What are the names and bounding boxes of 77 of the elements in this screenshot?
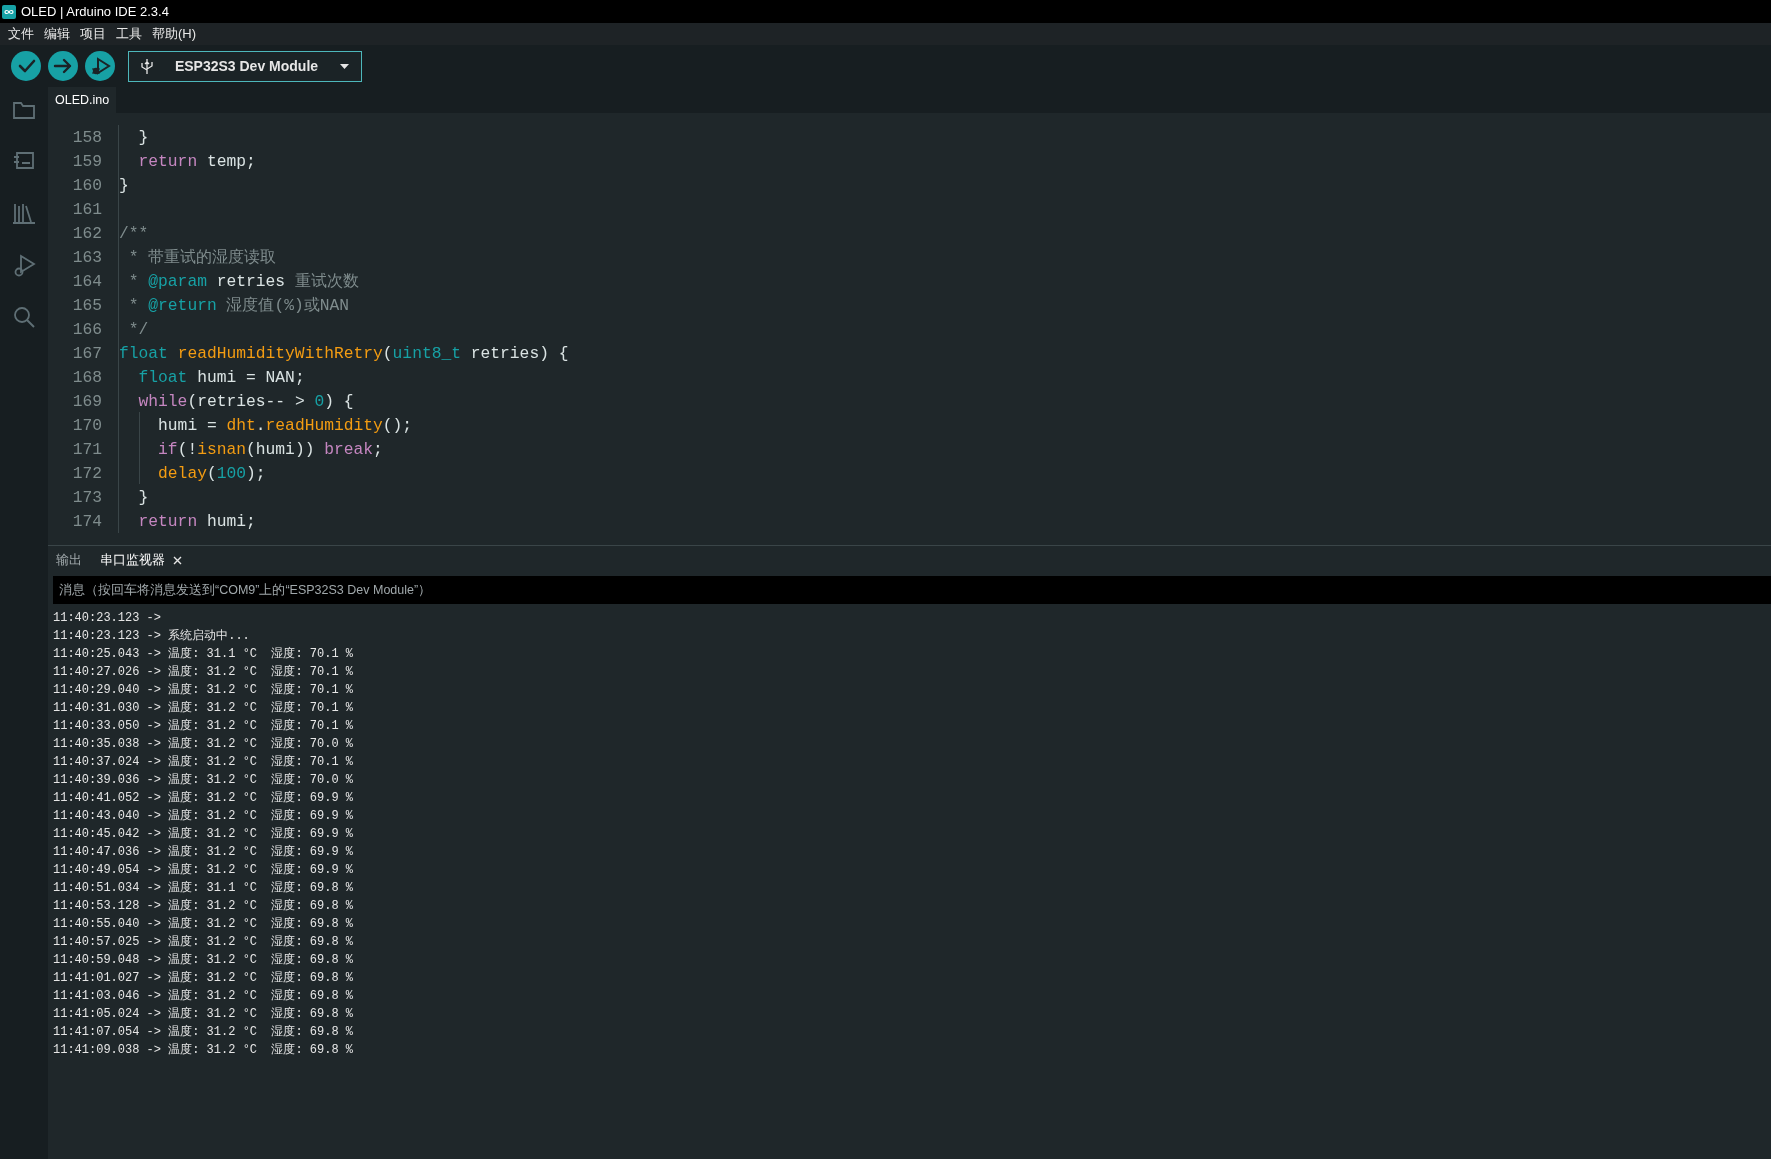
menu-item[interactable]: 项目 xyxy=(75,25,111,43)
menu-item[interactable]: 文件 xyxy=(3,25,39,43)
line-number: 170 xyxy=(71,415,102,435)
line-number: 164 xyxy=(71,271,102,291)
line-number: 172 xyxy=(71,463,102,483)
serial-line: 11:40:33.050 -> 温度: 31.2 °C 湿度: 70.1 % xyxy=(53,718,355,735)
code-line: while(retries-- > 0) { xyxy=(137,391,354,411)
code-line: } xyxy=(137,127,149,147)
verify-button[interactable] xyxy=(11,51,41,81)
code-line: * @param retries 重试次数 xyxy=(127,271,359,292)
line-number: 158 xyxy=(71,127,102,147)
line-number: 165 xyxy=(71,295,102,315)
line-number: 167 xyxy=(71,343,102,363)
menu-item[interactable]: 编辑 xyxy=(39,25,75,43)
line-number: 168 xyxy=(71,367,102,387)
code-line: if(!isnan(humi)) break; xyxy=(119,439,383,459)
serial-line: 11:40:43.040 -> 温度: 31.2 °C 湿度: 69.9 % xyxy=(53,808,355,825)
board-selector[interactable]: ESP32S3 Dev Module xyxy=(128,50,362,82)
search-icon[interactable] xyxy=(11,304,37,330)
line-number: 161 xyxy=(71,199,102,219)
line-number: 160 xyxy=(71,175,102,195)
window-title: OLED | Arduino IDE 2.3.4 xyxy=(21,4,169,19)
line-number: 166 xyxy=(71,319,102,339)
code-line: float humi = NAN; xyxy=(137,367,305,387)
serial-line: 11:40:25.043 -> 温度: 31.1 °C 湿度: 70.1 % xyxy=(53,646,355,663)
code-line: /** xyxy=(119,223,149,243)
panel-tab[interactable]: 输出 xyxy=(56,549,82,571)
code-line: humi = dht.readHumidity(); xyxy=(119,415,413,435)
upload-button[interactable] xyxy=(48,51,78,81)
serial-line: 11:40:49.054 -> 温度: 31.2 °C 湿度: 69.9 % xyxy=(53,862,355,879)
serial-line: 11:40:41.052 -> 温度: 31.2 °C 湿度: 69.9 % xyxy=(53,790,355,807)
panel-tab[interactable]: 串口监视器 xyxy=(100,549,182,571)
serial-line: 11:40:55.040 -> 温度: 31.2 °C 湿度: 69.8 % xyxy=(53,916,355,933)
app-icon xyxy=(2,4,16,19)
line-number: 174 xyxy=(71,511,102,531)
menu-item[interactable]: 帮助(H) xyxy=(147,25,202,43)
serial-line: 11:40:47.036 -> 温度: 31.2 °C 湿度: 69.9 % xyxy=(53,844,355,861)
serial-line: 11:41:01.027 -> 温度: 31.2 °C 湿度: 69.8 % xyxy=(53,970,355,987)
code-line: return humi; xyxy=(137,511,256,531)
code-line: } xyxy=(137,487,149,507)
code-line: * @return 湿度值(%)或NAN xyxy=(127,295,350,316)
serial-line: 11:41:03.046 -> 温度: 31.2 °C 湿度: 69.8 % xyxy=(53,988,355,1005)
line-number: 162 xyxy=(71,223,102,243)
caret-icon xyxy=(340,63,349,69)
menu-item[interactable]: 工具 xyxy=(111,25,147,43)
serial-line: 11:41:07.054 -> 温度: 31.2 °C 湿度: 69.8 % xyxy=(53,1024,355,1041)
code-line: delay(100); xyxy=(119,463,266,483)
code-line: return temp; xyxy=(137,151,256,171)
code-line: * 带重试的湿度读取 xyxy=(127,247,277,268)
serial-line: 11:40:27.026 -> 温度: 31.2 °C 湿度: 70.1 % xyxy=(53,664,355,681)
serial-line: 11:40:23.123 -> 系统启动中... xyxy=(53,628,251,645)
serial-line: 11:41:05.024 -> 温度: 31.2 °C 湿度: 69.8 % xyxy=(53,1006,355,1023)
serial-line: 11:40:51.034 -> 温度: 31.1 °C 湿度: 69.8 % xyxy=(53,880,355,897)
debug-button[interactable] xyxy=(85,51,115,81)
serial-line: 11:40:37.024 -> 温度: 31.2 °C 湿度: 70.1 % xyxy=(53,754,355,771)
serial-line: 11:40:45.042 -> 温度: 31.2 °C 湿度: 69.9 % xyxy=(53,826,355,843)
line-number: 171 xyxy=(71,439,102,459)
line-number: 159 xyxy=(71,151,102,171)
serial-line: 11:40:23.123 -> xyxy=(53,610,163,627)
code-line: */ xyxy=(127,319,149,339)
serial-line: 11:40:31.030 -> 温度: 31.2 °C 湿度: 70.1 % xyxy=(53,700,355,717)
message-field[interactable]: 消息（按回车将消息发送到“COM9”上的“ESP32S3 Dev Module”） xyxy=(53,576,1771,604)
usb-icon xyxy=(141,58,153,74)
file-tab[interactable]: OLED.ino xyxy=(48,87,117,113)
line-number: 169 xyxy=(71,391,102,411)
line-number: 173 xyxy=(71,487,102,507)
close-icon[interactable] xyxy=(173,555,182,565)
serial-line: 11:40:39.036 -> 温度: 31.2 °C 湿度: 70.0 % xyxy=(53,772,355,789)
serial-line: 11:40:59.048 -> 温度: 31.2 °C 湿度: 69.8 % xyxy=(53,952,355,969)
serial-line: 11:40:35.038 -> 温度: 31.2 °C 湿度: 70.0 % xyxy=(53,736,355,753)
code-line: } xyxy=(119,175,129,195)
line-number: 163 xyxy=(71,247,102,267)
code-line: float readHumidityWithRetry(uint8_t retries) { xyxy=(119,343,569,363)
serial-line: 11:40:57.025 -> 温度: 31.2 °C 湿度: 69.8 % xyxy=(53,934,355,951)
serial-line: 11:41:09.038 -> 温度: 31.2 °C 湿度: 69.8 % xyxy=(53,1042,355,1059)
serial-line: 11:40:29.040 -> 温度: 31.2 °C 湿度: 70.1 % xyxy=(53,682,355,699)
serial-line: 11:40:53.128 -> 温度: 31.2 °C 湿度: 69.8 % xyxy=(53,898,355,915)
